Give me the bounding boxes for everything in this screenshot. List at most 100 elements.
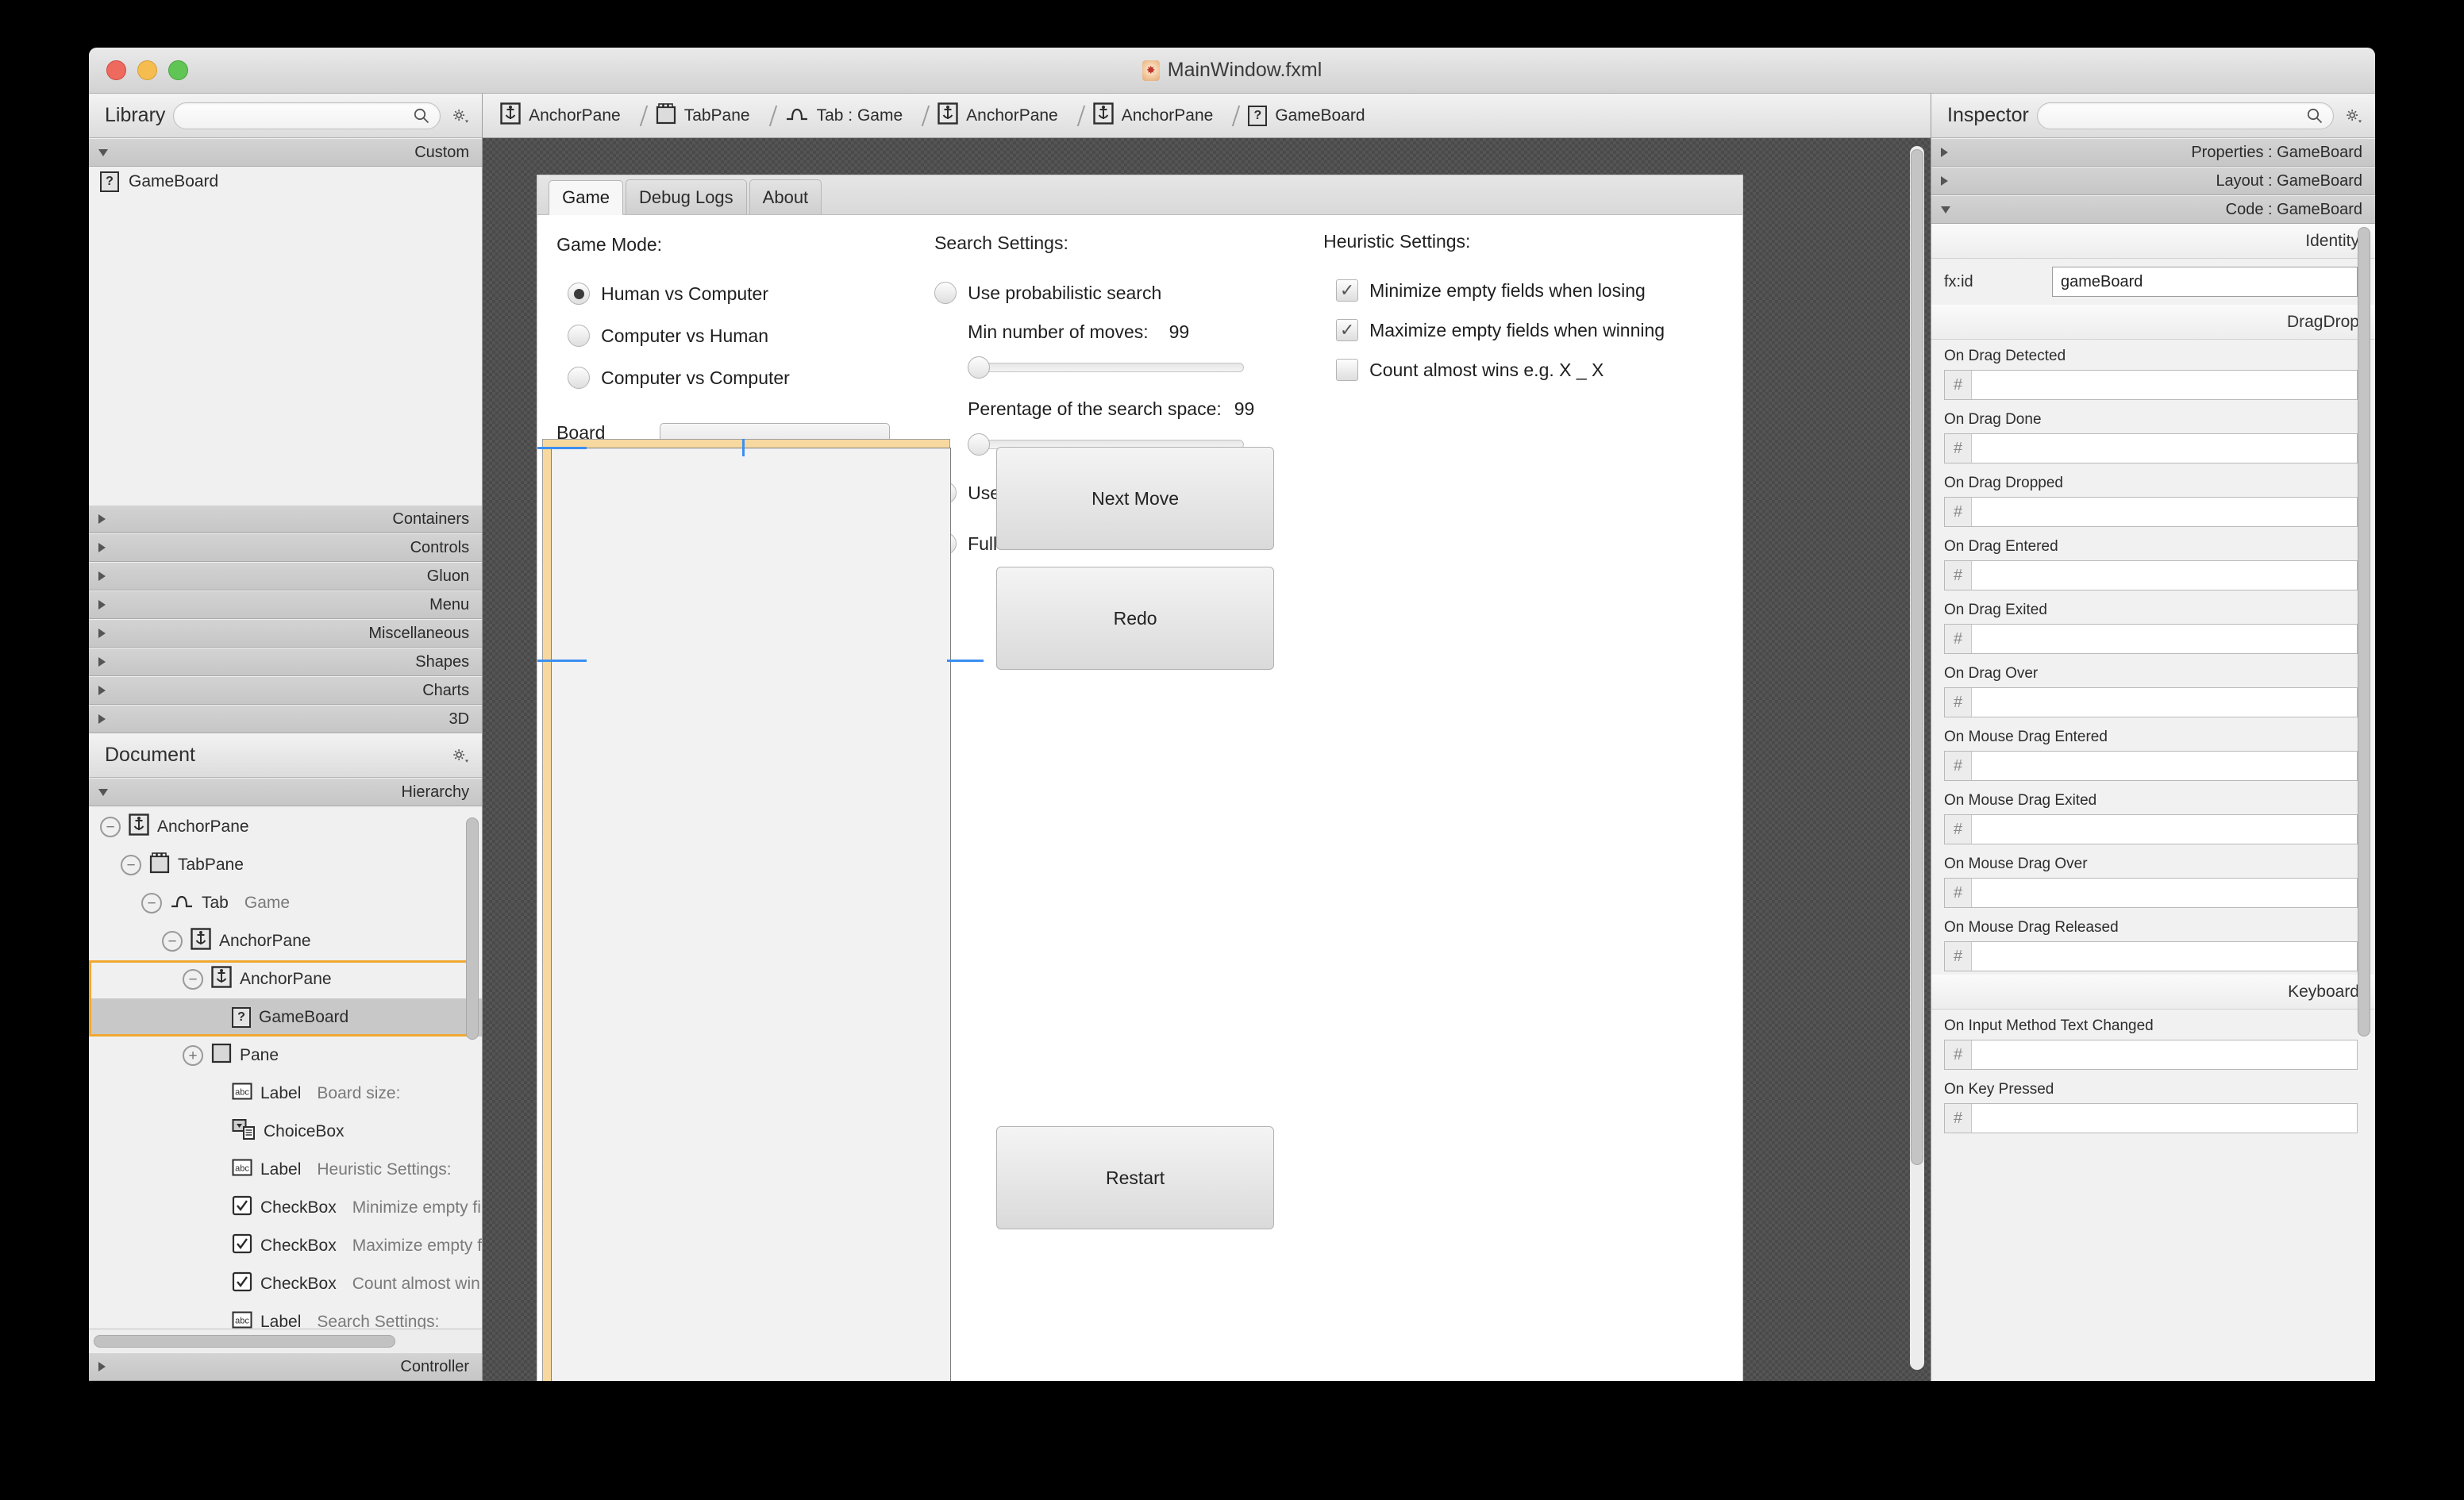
inspector-search-input[interactable] [2046,106,2306,125]
on-mouse-drag-exited-input-wrap[interactable]: # [1944,814,2358,844]
library-section-custom[interactable]: Custom [89,138,483,167]
expand-toggle-icon[interactable]: + [183,1045,203,1066]
library-item-gameboard[interactable]: ? GameBoard [89,167,482,197]
close-button[interactable] [106,60,126,80]
checkbox-maximize-empty-fields[interactable]: ✓ Maximize empty fields when winning [1336,319,1696,341]
slider-thumb[interactable] [968,356,991,379]
tree-row[interactable]: − TabPane [89,846,482,884]
tree-row[interactable]: − AnchorPane [89,960,482,998]
document-gear-button[interactable] [449,744,472,767]
on-drag-exited-input-wrap[interactable]: # [1944,624,2358,654]
radio-use-probabilistic-search[interactable]: Use probabilistic search [934,282,1284,304]
tree-row[interactable]: − AnchorPane [89,922,482,960]
on-drag-detected-input-wrap[interactable]: # [1944,370,2358,400]
restart-button[interactable]: Restart [996,1126,1275,1229]
on-drag-detected-input[interactable] [1972,371,2357,399]
inspector-section-layout[interactable]: Layout : GameBoard [1931,167,2375,195]
hierarchy-horizontal-scrollbar[interactable] [94,1335,395,1348]
radio-computer-vs-human[interactable]: Computer vs Human [568,325,890,347]
collapse-toggle-icon[interactable]: − [141,893,162,913]
gameboard-selection-band[interactable] [542,439,952,1381]
next-move-button[interactable]: Next Move [996,447,1275,550]
library-section-charts[interactable]: Charts [89,676,483,705]
on-input-method-text-changed-input-wrap[interactable]: # [1944,1040,2358,1070]
library-section-controls[interactable]: Controls [89,533,483,562]
collapse-toggle-icon[interactable]: − [121,855,141,875]
redo-button[interactable]: Redo [996,567,1275,670]
library-section-menu[interactable]: Menu [89,590,483,619]
tree-row[interactable]: CheckBox Minimize empty fi [89,1189,482,1227]
inspector-gear-button[interactable] [2342,104,2366,128]
hierarchy-vertical-scrollbar[interactable] [466,817,479,1040]
tab-game[interactable]: Game [549,180,624,215]
tree-row[interactable]: abc Label Search Settings: [89,1303,482,1329]
checkbox-count-almost-wins[interactable]: ✓ Count almost wins e.g. X _ X [1336,359,1696,381]
tree-row[interactable]: + Pane [89,1037,482,1075]
inspector-search-box[interactable] [2036,102,2334,129]
collapse-toggle-icon[interactable]: − [183,969,203,990]
on-mouse-drag-entered-input-wrap[interactable]: # [1944,751,2358,781]
inspector-vertical-scrollbar[interactable] [2358,227,2370,1037]
inspector-section-code[interactable]: Code : GameBoard [1931,195,2375,224]
on-drag-over-input[interactable] [1972,688,2357,717]
on-mouse-drag-released-input-wrap[interactable]: # [1944,941,2358,971]
radio-human-vs-computer[interactable]: Human vs Computer [568,283,890,305]
gameboard-region[interactable] [551,448,952,1381]
percentage-row: Perentage of the search space: 99 [968,398,1284,420]
tree-row[interactable]: CheckBox Maximize empty f [89,1227,482,1265]
on-mouse-drag-exited-input[interactable] [1972,815,2357,844]
library-search-input[interactable] [183,106,414,125]
on-drag-done-input[interactable] [1972,434,2357,463]
tree-row[interactable]: ChoiceBox [89,1113,482,1151]
on-drag-dropped-input-wrap[interactable]: # [1944,497,2358,527]
minimize-button[interactable] [137,60,157,80]
maximize-button[interactable] [168,60,188,80]
on-drag-entered-input[interactable] [1972,561,2357,590]
on-drag-dropped-input[interactable] [1972,498,2357,526]
breadcrumb-item-tab-game[interactable]: Tab : Game [777,105,911,127]
on-drag-entered-input-wrap[interactable]: # [1944,560,2358,590]
breadcrumb-item-tabpane[interactable]: TabPane [648,102,758,129]
collapse-toggle-icon[interactable]: − [100,817,121,837]
slider-thumb[interactable] [968,433,991,456]
library-section-3d[interactable]: 3D [89,705,483,733]
on-mouse-drag-released-input[interactable] [1972,942,2357,971]
tree-row[interactable]: CheckBox Count almost win [89,1265,482,1303]
tree-row[interactable]: − Tab Game [89,884,482,922]
checkbox-minimize-empty-fields[interactable]: ✓ Minimize empty fields when losing [1336,279,1696,302]
tree-row[interactable]: abc Label Board size: [89,1075,482,1113]
canvas-vertical-scrollbar[interactable] [1911,149,1923,1165]
tab-about[interactable]: About [749,179,822,214]
library-gear-button[interactable] [449,104,472,128]
fxid-input[interactable] [2052,267,2358,297]
breadcrumb-item-gameboard[interactable]: ? GameBoard [1240,105,1373,126]
library-section-containers[interactable]: Containers [89,505,483,533]
library-section-gluon[interactable]: Gluon [89,562,483,590]
breadcrumb-item-anchorpane[interactable]: AnchorPane [930,102,1066,129]
on-drag-over-input-wrap[interactable]: # [1944,687,2358,717]
on-mouse-drag-over-input-wrap[interactable]: # [1944,878,2358,908]
breadcrumb-item-anchorpane[interactable]: AnchorPane [1085,102,1222,129]
document-section-controller[interactable]: Controller [89,1352,483,1381]
library-search-box[interactable] [173,102,441,129]
on-mouse-drag-entered-input[interactable] [1972,752,2357,780]
library-section-miscellaneous[interactable]: Miscellaneous [89,619,483,648]
on-drag-exited-input[interactable] [1972,625,2357,653]
on-key-pressed-input-wrap[interactable]: # [1944,1103,2358,1133]
on-input-method-text-changed-input[interactable] [1972,1040,2357,1069]
collapse-toggle-icon[interactable]: − [162,931,183,952]
tree-row[interactable]: abc Label Heuristic Settings: [89,1151,482,1189]
on-key-pressed-input[interactable] [1972,1104,2357,1133]
on-mouse-drag-over-input[interactable] [1972,879,2357,907]
on-drag-done-input-wrap[interactable]: # [1944,433,2358,463]
tree-row[interactable]: − AnchorPane [89,808,482,846]
library-section-shapes[interactable]: Shapes [89,648,483,676]
tab-debug-logs[interactable]: Debug Logs [626,179,747,214]
design-canvas[interactable]: Game Debug Logs About Game Mode: Human v… [483,138,1931,1381]
inspector-section-properties[interactable]: Properties : GameBoard [1931,138,2375,167]
min-moves-slider[interactable] [968,356,1245,379]
tree-row-selected[interactable]: ? GameBoard [89,998,483,1037]
radio-computer-vs-computer[interactable]: Computer vs Computer [568,367,890,389]
document-section-hierarchy[interactable]: Hierarchy [89,778,483,806]
breadcrumb-item-anchorpane[interactable]: AnchorPane [492,102,629,129]
